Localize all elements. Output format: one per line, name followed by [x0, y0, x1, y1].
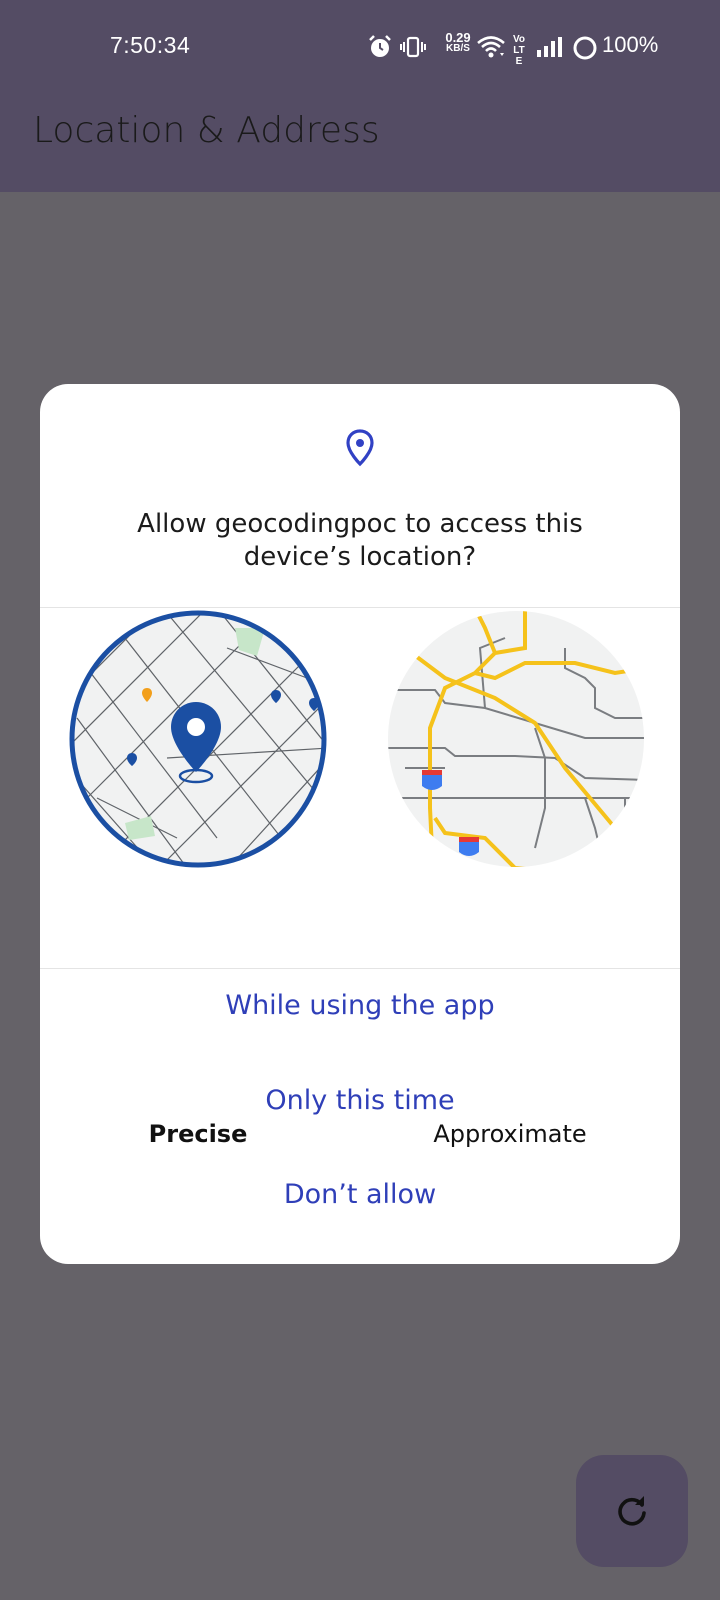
battery-icon — [573, 36, 597, 60]
volte-icon: Vo LTE — [512, 34, 526, 67]
status-bar: 7:50:34 0.29 KB/S Vo LTE 100% — [0, 0, 720, 94]
permission-dialog: Allow geocodingpoc to access this device… — [40, 384, 680, 1264]
approximate-option[interactable]: Approximate — [360, 608, 680, 1148]
page-title: Location & Address — [33, 110, 380, 151]
signal-icon — [537, 37, 562, 57]
network-speed: 0.29 KB/S — [442, 30, 474, 54]
only-this-time-button[interactable]: Only this time — [40, 1085, 680, 1116]
location-pin-icon — [346, 429, 374, 467]
vibrate-icon — [400, 36, 426, 58]
approximate-label: Approximate — [433, 1120, 587, 1148]
network-speed-unit: KB/S — [446, 43, 470, 54]
refresh-icon — [618, 1496, 646, 1526]
network-speed-value: 0.29 — [445, 30, 471, 45]
dialog-title: Allow geocodingpoc to access this device… — [137, 509, 583, 572]
app-bar: Location & Address — [0, 94, 720, 192]
status-icons: 0.29 KB/S Vo LTE 100% — [360, 30, 720, 67]
wifi-icon — [477, 36, 505, 58]
refresh-button[interactable] — [576, 1455, 688, 1567]
status-time: 7:50:34 — [110, 32, 191, 58]
battery-percent: 100% — [602, 32, 659, 57]
precise-map-icon — [69, 610, 327, 868]
divider — [40, 968, 680, 969]
alarm-icon — [369, 35, 391, 57]
approximate-map-icon — [388, 611, 644, 867]
precise-option[interactable]: Precise — [40, 608, 360, 1148]
dont-allow-button[interactable]: Don’t allow — [40, 1179, 680, 1210]
precise-label: Precise — [148, 1120, 248, 1148]
while-using-app-button[interactable]: While using the app — [40, 990, 680, 1021]
